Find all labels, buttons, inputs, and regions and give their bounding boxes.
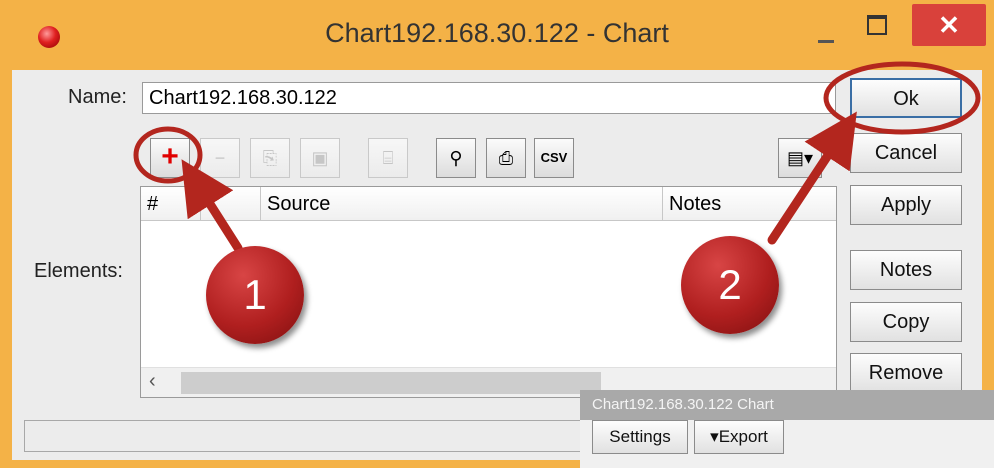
column-header-notes[interactable]: Notes xyxy=(663,187,836,221)
cancel-button[interactable]: Cancel xyxy=(850,133,962,173)
window-title: Chart192.168.30.122 - Chart xyxy=(325,18,669,48)
find-button[interactable]: ⚲ xyxy=(436,138,476,178)
title-bar[interactable]: Chart192.168.30.122 - Chart ✕ xyxy=(0,0,994,70)
elements-label: Elements: xyxy=(34,260,123,282)
settings-button[interactable]: Settings xyxy=(592,420,688,454)
chart-dialog-window: Chart192.168.30.122 - Chart ✕ Name: + − … xyxy=(0,0,994,468)
column-header-blank[interactable] xyxy=(201,187,261,221)
remove-button[interactable]: Remove xyxy=(850,353,962,393)
annotation-marker-2: 2 xyxy=(681,236,779,334)
scrollbar-thumb[interactable] xyxy=(181,372,601,394)
scroll-left-icon[interactable]: ‹ xyxy=(149,370,156,393)
maximize-button[interactable] xyxy=(852,8,902,42)
chart-subwindow-title[interactable]: Chart192.168.30.122 Chart xyxy=(580,390,994,420)
minimize-button[interactable] xyxy=(808,18,844,48)
ok-button[interactable]: Ok xyxy=(850,78,962,118)
notes-button[interactable]: Notes xyxy=(850,250,962,290)
export-dropdown-button[interactable]: ▾Export xyxy=(694,420,784,454)
copy-button[interactable]: Copy xyxy=(850,302,962,342)
comment-button[interactable]: ⌸ xyxy=(368,138,408,178)
paste-element-button[interactable]: ▣ xyxy=(300,138,340,178)
add-element-button[interactable]: + xyxy=(150,138,190,178)
columns-menu-button[interactable]: ▤▾ xyxy=(778,138,822,178)
name-label: Name: xyxy=(68,86,127,108)
annotation-marker-1: 1 xyxy=(206,246,304,344)
chart-subwindow: Chart192.168.30.122 Chart Settings ▾Expo… xyxy=(580,390,994,468)
name-input[interactable] xyxy=(142,82,836,114)
print-button[interactable]: ⎙ xyxy=(486,138,526,178)
close-button[interactable]: ✕ xyxy=(912,4,986,46)
status-bar xyxy=(24,420,584,452)
column-header-source[interactable]: Source xyxy=(261,187,663,221)
apply-button[interactable]: Apply xyxy=(850,185,962,225)
column-header-number[interactable]: # xyxy=(141,187,201,221)
copy-element-button[interactable]: ⎘ xyxy=(250,138,290,178)
remove-element-button[interactable]: − xyxy=(200,138,240,178)
csv-export-button[interactable]: CSV xyxy=(534,138,574,178)
